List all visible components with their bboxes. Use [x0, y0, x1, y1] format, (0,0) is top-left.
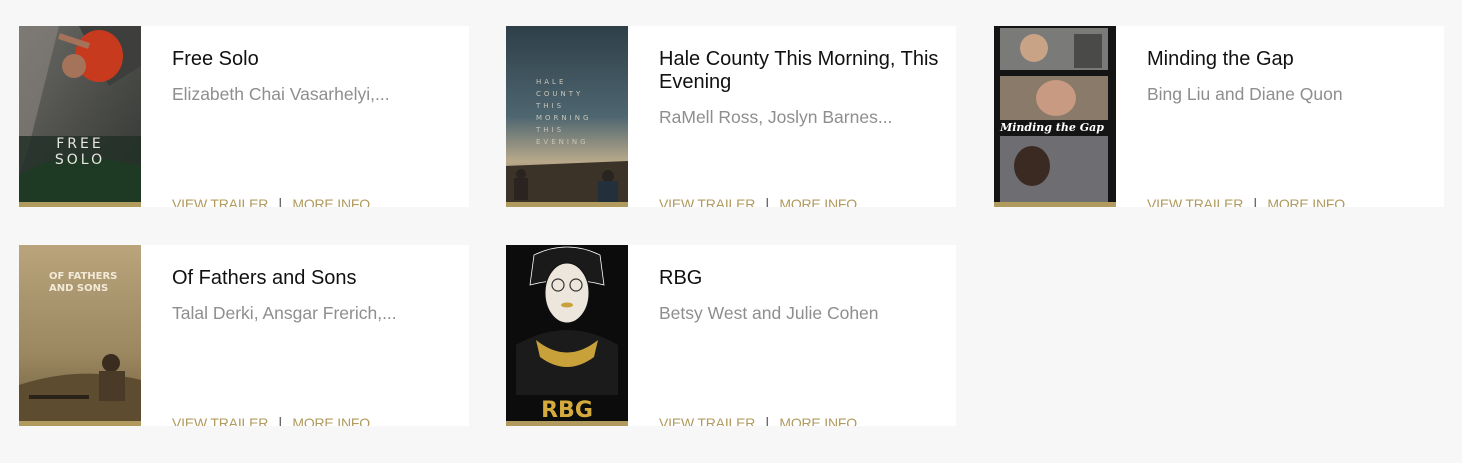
- link-separator: |: [278, 195, 283, 207]
- film-card: Minding the Gap Minding the Gap Bing Liu…: [994, 26, 1444, 207]
- film-title[interactable]: Free Solo: [172, 48, 453, 71]
- svg-text:Minding the Gap: Minding the Gap: [999, 121, 1104, 134]
- film-poster[interactable]: HALE COUNTY THIS MORNING THIS EVENING: [506, 26, 628, 207]
- film-card: HALE COUNTY THIS MORNING THIS EVENING Ha…: [506, 26, 956, 207]
- film-credits: Bing Liu and Diane Quon: [1147, 84, 1343, 104]
- more-info-link[interactable]: MORE INFO: [779, 196, 857, 207]
- poster-image: Minding the Gap: [994, 26, 1116, 207]
- poster-accent-bar: [19, 421, 141, 426]
- poster-image: HALE COUNTY THIS MORNING THIS EVENING: [506, 26, 628, 207]
- film-info: Free Solo Elizabeth Chai Vasarhelyi,... …: [172, 48, 453, 207]
- svg-text:RBG: RBG: [541, 398, 593, 423]
- film-links: VIEW TRAILER | MORE INFO: [1147, 194, 1345, 207]
- more-info-link[interactable]: MORE INFO: [1267, 196, 1345, 207]
- view-trailer-link[interactable]: VIEW TRAILER: [659, 415, 755, 426]
- svg-text:COUNTY: COUNTY: [536, 90, 583, 98]
- film-grid: FREE SOLO Free Solo Elizabeth Chai Vasar…: [0, 0, 1462, 463]
- svg-text:AND SONS: AND SONS: [49, 283, 108, 294]
- film-links: VIEW TRAILER | MORE INFO: [659, 194, 857, 207]
- film-credits: RaMell Ross, Joslyn Barnes...: [659, 107, 893, 127]
- film-links: VIEW TRAILER | MORE INFO: [172, 194, 370, 207]
- film-poster[interactable]: RBG: [506, 245, 628, 426]
- more-info-link[interactable]: MORE INFO: [779, 415, 857, 426]
- more-info-link[interactable]: MORE INFO: [292, 415, 370, 426]
- film-links: VIEW TRAILER | MORE INFO: [659, 413, 857, 426]
- film-info: RBG Betsy West and Julie Cohen VIEW TRAI…: [659, 267, 940, 426]
- svg-text:MORNING: MORNING: [536, 114, 591, 122]
- film-poster[interactable]: OF FATHERS AND SONS: [19, 245, 141, 426]
- film-title[interactable]: Minding the Gap: [1147, 48, 1428, 71]
- poster-accent-bar: [506, 421, 628, 426]
- film-title[interactable]: Of Fathers and Sons: [172, 267, 453, 290]
- link-separator: |: [765, 414, 770, 426]
- poster-accent-bar: [506, 202, 628, 207]
- svg-text:THIS: THIS: [535, 102, 564, 110]
- film-credits: Talal Derki, Ansgar Frerich,...: [172, 303, 397, 323]
- film-info: Minding the Gap Bing Liu and Diane Quon …: [1147, 48, 1428, 207]
- view-trailer-link[interactable]: VIEW TRAILER: [659, 196, 755, 207]
- poster-accent-bar: [994, 202, 1116, 207]
- film-info: Hale County This Morning, This Evening R…: [659, 48, 940, 207]
- poster-image: FREE SOLO: [19, 26, 141, 207]
- film-info: Of Fathers and Sons Talal Derki, Ansgar …: [172, 267, 453, 426]
- svg-text:HALE: HALE: [536, 78, 566, 86]
- svg-text:FREE: FREE: [56, 136, 103, 152]
- film-links: VIEW TRAILER | MORE INFO: [172, 413, 370, 426]
- link-separator: |: [278, 414, 283, 426]
- film-poster[interactable]: Minding the Gap: [994, 26, 1116, 207]
- svg-text:OF FATHERS: OF FATHERS: [49, 271, 117, 282]
- view-trailer-link[interactable]: VIEW TRAILER: [172, 415, 268, 426]
- view-trailer-link[interactable]: VIEW TRAILER: [1147, 196, 1243, 207]
- film-card: RBG RBG Betsy West and Julie Cohen VIEW …: [506, 245, 956, 426]
- svg-text:EVENING: EVENING: [536, 138, 589, 146]
- film-credits: Elizabeth Chai Vasarhelyi,...: [172, 84, 390, 104]
- link-separator: |: [1253, 195, 1258, 207]
- film-credits: Betsy West and Julie Cohen: [659, 303, 879, 323]
- film-title[interactable]: Hale County This Morning, This Evening: [659, 48, 940, 94]
- more-info-link[interactable]: MORE INFO: [292, 196, 370, 207]
- svg-text:THIS: THIS: [535, 126, 564, 134]
- film-title[interactable]: RBG: [659, 267, 940, 290]
- poster-accent-bar: [19, 202, 141, 207]
- view-trailer-link[interactable]: VIEW TRAILER: [172, 196, 268, 207]
- film-poster[interactable]: FREE SOLO: [19, 26, 141, 207]
- svg-text:SOLO: SOLO: [55, 152, 105, 168]
- film-card: OF FATHERS AND SONS Of Fathers and Sons …: [19, 245, 469, 426]
- poster-image: OF FATHERS AND SONS: [19, 245, 141, 426]
- film-card: FREE SOLO Free Solo Elizabeth Chai Vasar…: [19, 26, 469, 207]
- poster-image: RBG: [506, 245, 628, 426]
- link-separator: |: [765, 195, 770, 207]
